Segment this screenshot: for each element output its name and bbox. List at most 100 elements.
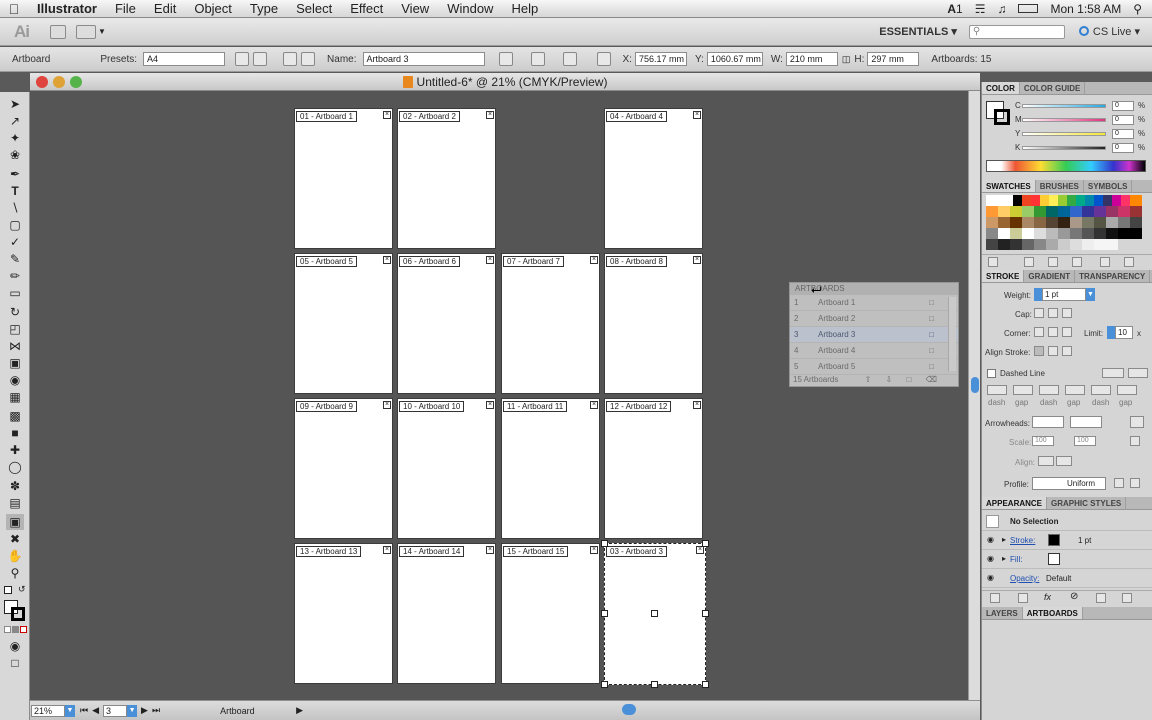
tab-swatches[interactable]: SWATCHES	[982, 180, 1036, 192]
artboard-15[interactable]: 15 - Artboard 15 ×	[501, 543, 600, 684]
artboard-options-icon[interactable]: □	[929, 362, 934, 371]
cyan-value-input[interactable]: 0	[1112, 101, 1134, 111]
bridge-button[interactable]	[50, 24, 66, 39]
artboard-name-input[interactable]: Artboard 3	[362, 52, 485, 66]
x-input[interactable]: 756.17 mm	[634, 52, 687, 66]
gap-input-1[interactable]	[1013, 385, 1033, 395]
limit-stepper[interactable]	[1107, 326, 1115, 339]
link-scales-button[interactable]	[1130, 436, 1140, 446]
resize-handle-top-right[interactable]	[702, 540, 709, 547]
dash-input-1[interactable]	[987, 385, 1007, 395]
artboard-close-icon[interactable]: ×	[383, 401, 391, 409]
artboard-close-icon[interactable]: ×	[383, 546, 391, 554]
flip-across-button[interactable]	[1130, 478, 1140, 488]
default-colors-icon[interactable]	[4, 586, 12, 594]
align-center-button[interactable]	[1034, 346, 1044, 356]
arrow-align-end-button[interactable]	[1056, 456, 1072, 466]
panel-stroke-swatch[interactable]	[994, 109, 1010, 125]
height-input[interactable]: 297 mm	[867, 52, 920, 66]
swap-arrowheads-button[interactable]	[1130, 416, 1144, 428]
round-join-button[interactable]	[1048, 327, 1058, 337]
resize-handle-middle-left[interactable]	[601, 610, 608, 617]
artboard-close-icon[interactable]: ×	[486, 111, 494, 119]
add-new-fill-icon[interactable]	[1018, 593, 1028, 603]
panel-scrollbar[interactable]	[948, 297, 956, 371]
artboard-label[interactable]: 08 - Artboard 8	[606, 256, 667, 267]
workspace-switcher[interactable]: ESSENTIALS ▾	[879, 25, 957, 38]
swap-colors-icon[interactable]: ↺	[18, 584, 26, 595]
eyedropper-tool-icon[interactable]: ✚	[6, 442, 24, 458]
appearance-opacity-row[interactable]: ◉ Opacity: Default	[982, 569, 1152, 588]
width-input[interactable]: 210 mm	[785, 52, 838, 66]
first-artboard-icon[interactable]: ⏮	[80, 705, 88, 716]
align-outside-button[interactable]	[1062, 346, 1072, 356]
clear-appearance-icon[interactable]: ⊘	[1070, 591, 1078, 602]
screen-mode-icon[interactable]: □	[6, 655, 24, 671]
add-effect-icon[interactable]: fx	[1044, 592, 1051, 602]
artboards-panel-row[interactable]: 4 Artboard 4 □	[790, 343, 958, 359]
magenta-value-input[interactable]: 0	[1112, 115, 1134, 125]
menu-object[interactable]: Object	[185, 1, 241, 16]
yellow-slider[interactable]	[1022, 132, 1106, 136]
slice-tool-icon[interactable]: ✖	[6, 531, 24, 547]
artboard-label[interactable]: 04 - Artboard 4	[606, 111, 667, 122]
resize-handle-top-left[interactable]	[601, 540, 608, 547]
preserve-dash-button[interactable]	[1102, 368, 1124, 378]
artboard-14[interactable]: 14 - Artboard 14 ×	[397, 543, 496, 684]
weight-dropdown-icon[interactable]: ▼	[1086, 288, 1095, 301]
menu-select[interactable]: Select	[287, 1, 341, 16]
artboard-7[interactable]: 07 - Artboard 7 ×	[501, 253, 600, 394]
fill-color-box[interactable]	[1048, 553, 1060, 565]
menu-app-name[interactable]: Illustrator	[28, 1, 106, 16]
previous-artboard-icon[interactable]: ◀	[92, 705, 99, 716]
direct-selection-tool-icon[interactable]: ↗	[6, 113, 24, 129]
symbol-sprayer-tool-icon[interactable]: ✽	[6, 478, 24, 494]
clock[interactable]: Mon 1:58 AM	[1050, 2, 1121, 16]
appearance-fill-row[interactable]: ◉ ▸ Fill:	[982, 550, 1152, 569]
tab-gradient[interactable]: GRADIENT	[1024, 270, 1076, 282]
align-dash-button[interactable]	[1128, 368, 1148, 378]
artboard-6[interactable]: 06 - Artboard 6 ×	[397, 253, 496, 394]
artboards-panel-row[interactable]: 2 Artboard 2 □	[790, 311, 958, 327]
yellow-value-input[interactable]: 0	[1112, 129, 1134, 139]
artboard-options-icon[interactable]: □	[929, 330, 934, 339]
cyan-slider[interactable]	[1022, 104, 1106, 108]
opacity-link[interactable]: Opacity:	[1010, 574, 1039, 583]
artboard-close-icon[interactable]: ×	[693, 111, 701, 119]
battery-icon[interactable]	[1018, 4, 1039, 13]
round-cap-button[interactable]	[1048, 308, 1058, 318]
artboard-close-icon[interactable]: ×	[486, 546, 494, 554]
artboard-options-icon[interactable]: □	[929, 298, 934, 307]
menu-view[interactable]: View	[392, 1, 438, 16]
volume-icon[interactable]: ♫	[997, 2, 1006, 16]
artboard-label[interactable]: 03 - Artboard 3	[606, 546, 667, 557]
stroke-color-swatch[interactable]	[11, 607, 25, 621]
expand-triangle-icon[interactable]: ▸	[1002, 535, 1006, 544]
artboard-label[interactable]: 05 - Artboard 5	[296, 256, 357, 267]
hand-tool-icon[interactable]: ✋	[6, 548, 24, 564]
horizontal-scroll-thumb[interactable]	[622, 704, 636, 715]
width-tool-icon[interactable]: ⋈	[6, 338, 24, 354]
artboard-label[interactable]: 06 - Artboard 6	[399, 256, 460, 267]
artboard-number-field[interactable]: 3	[103, 704, 128, 717]
landscape-orientation-button[interactable]	[253, 52, 268, 66]
resize-handle-bottom-left[interactable]	[601, 681, 608, 688]
tab-graphic-styles[interactable]: GRAPHIC STYLES	[1047, 497, 1127, 509]
artboard-5[interactable]: 05 - Artboard 5 ×	[294, 253, 393, 394]
black-slider[interactable]	[1022, 146, 1106, 150]
show-center-mark-button[interactable]	[530, 52, 545, 66]
center-point[interactable]	[651, 610, 658, 617]
artboard-options-icon[interactable]: □	[929, 314, 934, 323]
perspective-grid-tool-icon[interactable]: ▦	[6, 389, 24, 405]
pen-tool-icon[interactable]: ✒	[6, 166, 24, 182]
magenta-slider[interactable]	[1022, 118, 1106, 122]
status-menu-icon[interactable]: ▶	[296, 705, 303, 716]
artboard-1[interactable]: 01 - Artboard 1 ×	[294, 108, 393, 249]
vertical-scroll-thumb[interactable]	[971, 377, 979, 393]
artboard-4[interactable]: 04 - Artboard 4 ×	[604, 108, 703, 249]
profile-select[interactable]: Uniform	[1032, 477, 1106, 490]
last-artboard-icon[interactable]: ⏭	[152, 705, 160, 716]
cs-live-button[interactable]: CS Live ▾	[1078, 25, 1140, 38]
visibility-eye-icon[interactable]: ◉	[987, 535, 994, 544]
arrow-align-tip-button[interactable]	[1038, 456, 1054, 466]
